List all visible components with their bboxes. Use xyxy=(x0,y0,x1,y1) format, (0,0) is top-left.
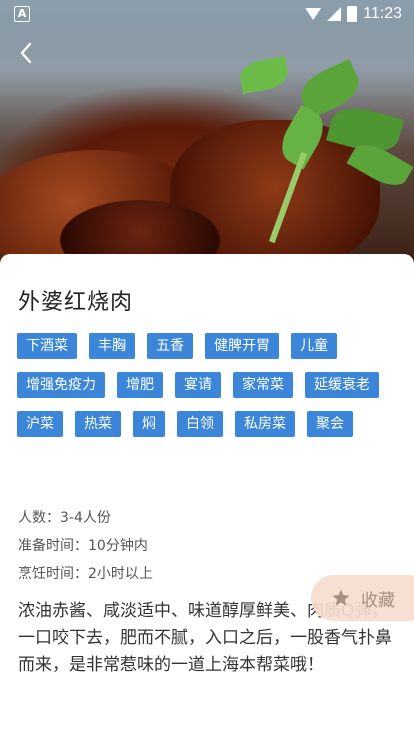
back-button[interactable] xyxy=(14,40,44,70)
tag-list: 下酒菜 丰胸 五香 健脾开胃 儿童 增强免疫力 增肥 宴请 家常菜 延缓衰老 沪… xyxy=(17,333,397,437)
tag[interactable]: 丰胸 xyxy=(89,333,135,359)
tag[interactable]: 白领 xyxy=(177,411,223,437)
recipe-hero-image xyxy=(0,0,414,270)
status-bar: A 11:23 xyxy=(0,0,414,28)
tag[interactable]: 聚会 xyxy=(307,411,353,437)
tag[interactable]: 宴请 xyxy=(175,372,221,398)
favorite-button[interactable]: 收藏 xyxy=(311,575,414,621)
recipe-detail-sheet: 外婆红烧肉 下酒菜 丰胸 五香 健脾开胃 儿童 增强免疫力 增肥 宴请 家常菜 … xyxy=(0,254,414,736)
tag[interactable]: 家常菜 xyxy=(233,372,293,398)
tag[interactable]: 增强免疫力 xyxy=(17,372,105,398)
wifi-icon xyxy=(305,8,322,20)
tag[interactable]: 延缓衰老 xyxy=(305,372,379,398)
star-icon xyxy=(332,589,350,606)
tag[interactable]: 热菜 xyxy=(75,411,121,437)
battery-icon xyxy=(347,6,358,22)
prep-time-text: 准备时间：10分钟内 xyxy=(18,538,148,554)
servings-text: 人数：3-4人份 xyxy=(18,510,111,526)
recipe-title: 外婆红烧肉 xyxy=(18,290,134,315)
chevron-left-icon xyxy=(20,42,32,64)
tag[interactable]: 沪菜 xyxy=(17,411,63,437)
signal-icon xyxy=(327,7,342,21)
tag[interactable]: 下酒菜 xyxy=(17,333,77,359)
tag[interactable]: 健脾开胃 xyxy=(205,333,279,359)
cook-time-text: 烹饪时间：2小时以上 xyxy=(18,566,153,582)
tag[interactable]: 增肥 xyxy=(117,372,163,398)
tag[interactable]: 私房菜 xyxy=(235,411,295,437)
tag[interactable]: 焖 xyxy=(133,411,165,437)
recipe-info: 人数：3-4人份 准备时间：10分钟内 烹饪时间：2小时以上 xyxy=(18,504,153,588)
favorite-label: 收藏 xyxy=(361,590,395,611)
tag[interactable]: 儿童 xyxy=(291,333,337,359)
status-time: 11:23 xyxy=(363,5,402,22)
tag[interactable]: 五香 xyxy=(147,333,193,359)
notification-icon: A xyxy=(14,6,30,22)
